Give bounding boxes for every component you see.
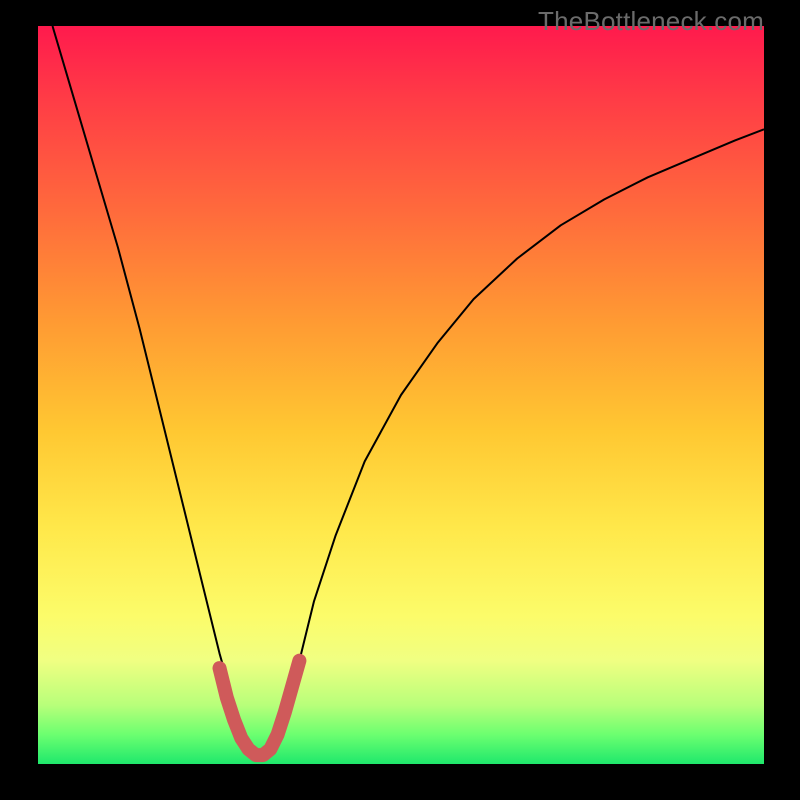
valley-highlight xyxy=(220,661,300,755)
chart-frame: TheBottleneck.com xyxy=(0,0,800,800)
curve-line xyxy=(53,26,765,757)
curve-layer xyxy=(38,26,764,764)
